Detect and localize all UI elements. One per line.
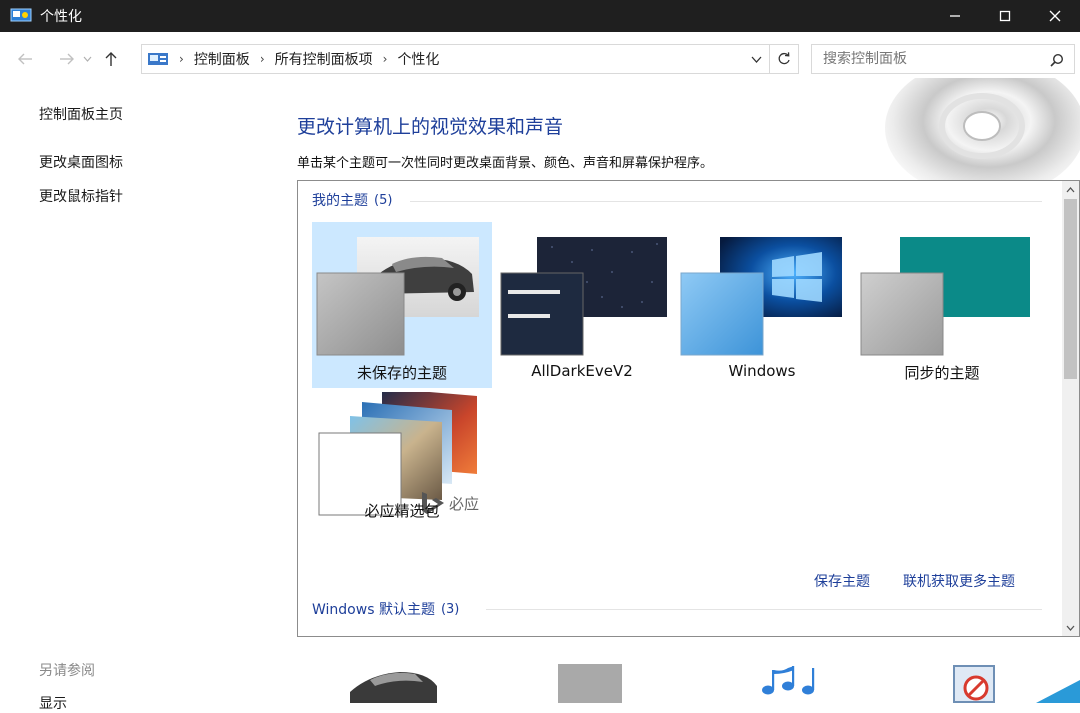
close-icon — [1049, 10, 1061, 22]
chevron-down-icon — [83, 56, 91, 62]
theme-label: Windows — [728, 362, 796, 380]
my-themes-count: (5) — [374, 192, 393, 208]
theme-label: 必应精选包 — [364, 502, 440, 520]
minimize-icon — [950, 15, 960, 17]
theme-windows[interactable]: Windows — [672, 222, 852, 388]
recent-locations-button[interactable] — [79, 47, 95, 71]
refresh-button[interactable] — [770, 45, 798, 73]
chevron-right-icon: › — [382, 52, 388, 66]
music-notes-icon — [762, 666, 815, 695]
search-input[interactable] — [823, 51, 1047, 67]
sidebar-display-link[interactable]: 显示 — [39, 693, 67, 713]
theme-label: 同步的主题 — [904, 364, 980, 382]
default-themes-count: (3) — [440, 601, 460, 617]
default-themes-header: Windows 默认主题 (3) — [312, 599, 459, 619]
back-button[interactable] — [13, 47, 37, 71]
page-title: 更改计算机上的视觉效果和声音 — [297, 116, 564, 138]
up-arrow-icon — [105, 52, 117, 66]
back-arrow-icon — [18, 53, 32, 65]
theme-label: AllDarkEveV2 — [531, 362, 633, 380]
my-themes-label: 我的主题 — [312, 193, 368, 209]
theme-alldarkevev2[interactable]: AllDarkEveV2 — [492, 222, 672, 388]
refresh-icon — [778, 52, 790, 65]
sidebar-change-mouse-pointer[interactable]: 更改鼠标指针 — [39, 186, 123, 206]
page-description: 单击某个主题可一次性同时更改桌面背景、颜色、声音和屏幕保护程序。 — [297, 156, 714, 171]
scroll-down-button[interactable] — [1062, 619, 1079, 636]
theme-unsaved-preview — [316, 237, 479, 356]
desktop-background-thumbnail[interactable] — [345, 662, 440, 707]
section-divider — [486, 609, 1042, 610]
search-box[interactable] — [811, 44, 1075, 74]
theme-list-panel: 我的主题 (5) 未保存的主题 AllDarkEveV2 Windows 同步的… — [297, 180, 1080, 637]
breadcrumb-control-panel[interactable]: 控制面板 — [194, 49, 250, 69]
close-button[interactable] — [1030, 0, 1080, 32]
theme-label: 未保存的主题 — [356, 364, 447, 382]
maximize-button[interactable] — [980, 0, 1030, 32]
chevron-down-icon — [751, 56, 762, 63]
search-icon[interactable] — [1050, 52, 1064, 71]
forward-arrow-icon — [60, 53, 74, 65]
window-title: 个性化 — [40, 9, 82, 25]
chevron-right-icon: › — [179, 52, 184, 66]
minimize-button[interactable] — [930, 0, 980, 32]
sidebar-control-panel-home[interactable]: 控制面板主页 — [39, 104, 123, 124]
theme-synced[interactable]: 同步的主题 — [852, 222, 1032, 388]
default-themes-label: Windows 默认主题 — [312, 602, 435, 618]
address-dropdown-button[interactable] — [744, 45, 770, 73]
chevron-down-icon — [1066, 625, 1075, 631]
section-divider — [410, 201, 1042, 202]
scroll-thumb[interactable] — [1064, 199, 1077, 379]
theme-bing-pack[interactable]: 必应 必应精选包 — [312, 388, 492, 558]
get-more-themes-online-link[interactable]: 联机获取更多主题 — [903, 571, 1015, 591]
breadcrumb-personalization[interactable]: 个性化 — [397, 49, 439, 69]
theme-unsaved[interactable]: 未保存的主题 — [312, 222, 492, 388]
breadcrumb-all-items[interactable]: 所有控制面板项 — [275, 49, 373, 69]
sounds-thumbnail[interactable] — [758, 662, 820, 707]
screen-saver-thumbnail[interactable] — [950, 662, 998, 707]
up-button[interactable] — [99, 47, 123, 71]
vertical-scrollbar[interactable] — [1062, 181, 1079, 636]
no-screensaver-icon — [953, 665, 995, 703]
scroll-up-button[interactable] — [1062, 181, 1079, 198]
my-themes-header: 我的主题 (5) — [312, 190, 392, 210]
maximize-icon — [999, 10, 1011, 22]
theme-synced-preview — [860, 237, 1030, 356]
control-panel-icon — [147, 51, 169, 67]
address-bar-row: › 控制面板 › 所有控制面板项 › 个性化 — [0, 40, 1080, 78]
save-theme-link[interactable]: 保存主题 — [814, 571, 870, 591]
theme-alldarkevev2-preview — [500, 237, 667, 356]
see-also-heading: 另请参阅 — [39, 663, 95, 679]
address-box[interactable]: › 控制面板 › 所有控制面板项 › 个性化 — [141, 44, 799, 74]
chevron-up-icon — [1066, 186, 1075, 192]
title-bar: 个性化 — [0, 0, 1080, 32]
color-thumbnail[interactable] — [557, 662, 623, 707]
personalization-app-icon — [10, 8, 32, 24]
chevron-right-icon: › — [259, 52, 265, 66]
forward-button[interactable] — [55, 47, 79, 71]
sidebar-change-desktop-icons[interactable]: 更改桌面图标 — [39, 152, 123, 172]
theme-windows-preview — [680, 237, 842, 356]
decorative-swirl-graphic — [870, 78, 1080, 190]
